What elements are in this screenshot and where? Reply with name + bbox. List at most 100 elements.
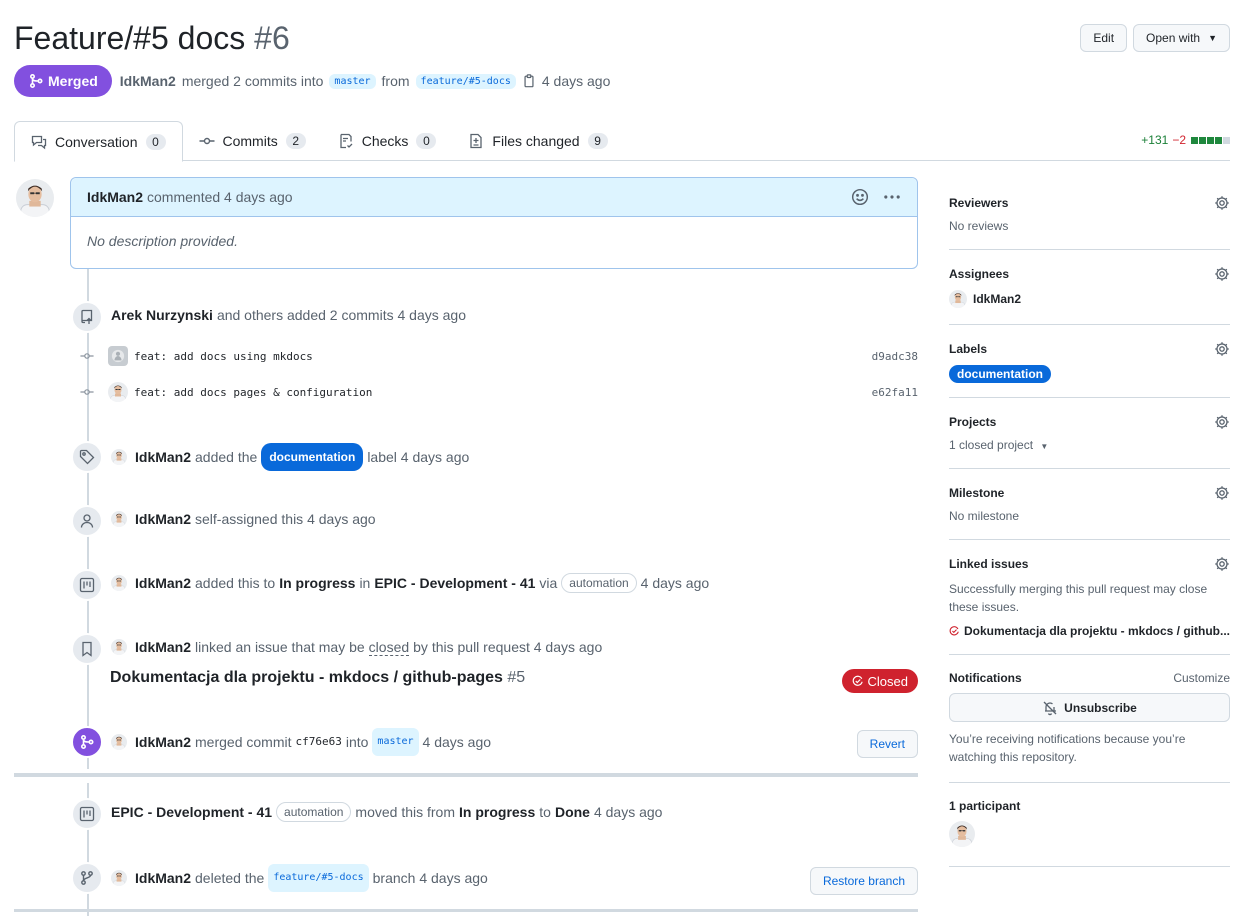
base-branch[interactable]: master [329,73,376,89]
sidebar-value: No reviews [949,219,1009,233]
git-commit-icon [80,349,94,363]
commit-sha[interactable]: e62fa11 [872,386,918,399]
tab-checks[interactable]: Checks 0 [322,121,453,161]
triangle-down-icon: ▼ [1208,33,1217,43]
event-text: moved this from [355,804,456,820]
event-author[interactable]: IdkMan2 [135,571,191,595]
issue-state-badge: Closed [841,669,918,693]
linked-issue-link[interactable]: Dokumentacja dla projektu - mkdocs / git… [949,624,1230,638]
avatar[interactable] [949,821,975,847]
event-text: added the [195,449,258,465]
unsubscribe-label: Unsubscribe [1064,700,1137,715]
event-author[interactable]: IdkMan2 [135,635,191,659]
avatar[interactable] [111,575,127,591]
project-name[interactable]: EPIC - Development - 41 [374,571,535,595]
tab-files-changed[interactable]: Files changed 9 [452,121,623,161]
project-name[interactable]: EPIC - Development - 41 [111,800,272,824]
linked-issue-title: Dokumentacja dla projektu - mkdocs / git… [963,624,1230,638]
tab-label: Files changed [492,133,580,149]
edit-button[interactable]: Edit [1080,24,1128,52]
label-badge[interactable]: documentation [949,365,1051,383]
event-text: into [345,734,369,750]
commit-message[interactable]: feat: add docs using mkdocs [134,350,313,363]
meta-action: merged 2 commits into [181,73,324,89]
event-text: label 4 days ago [367,449,470,465]
sidebar-heading[interactable]: Assignees [949,267,1009,281]
gear-icon[interactable] [1214,195,1230,211]
event-author[interactable]: IdkMan2 [135,507,191,531]
avatar[interactable] [111,449,127,465]
restore-branch-button[interactable]: Restore branch [809,867,918,895]
event-text: merged commit [195,734,292,750]
avatar[interactable] [111,639,127,655]
head-branch[interactable]: feature/#5-docs [415,73,516,89]
sidebar-heading[interactable]: Projects [949,415,996,429]
avatar[interactable] [111,734,127,750]
avatar[interactable] [108,382,128,402]
copy-icon[interactable] [522,74,536,88]
commit-row: feat: add docs using mkdocs d9adc38 [80,346,918,366]
sidebar-heading[interactable]: Labels [949,342,987,356]
customize-link[interactable]: Customize [1173,671,1230,685]
event-author[interactable]: IdkMan2 [135,866,191,890]
bot-badge: automation [276,802,352,822]
event-text: deleted the [195,870,265,886]
project-icon [71,569,103,601]
event-time: 4 days ago [422,734,492,750]
avatar[interactable] [111,870,127,886]
avatar[interactable] [16,179,54,217]
diffstat[interactable]: +131 −2 [1141,133,1230,147]
assignee-name[interactable]: IdkMan2 [973,292,1021,306]
sidebar-linked-issues: Linked issues Successfully merging this … [949,540,1230,655]
gear-icon[interactable] [1214,556,1230,572]
sidebar-assignees: Assignees IdkMan2 [949,250,1230,325]
kebab-horizontal-icon[interactable] [883,188,901,206]
gear-icon[interactable] [1214,266,1230,282]
avatar[interactable] [949,290,967,308]
event-time: 4 days ago [640,575,710,591]
base-branch[interactable]: master [372,728,419,756]
project-column-to[interactable]: Done [555,800,590,824]
event-text: added this to [195,575,276,591]
sidebar: Reviewers No reviews Assignees IdkMan2 L… [949,177,1230,867]
tab-commits[interactable]: Commits 2 [183,121,322,161]
label-badge[interactable]: documentation [261,443,364,471]
timeline-item-branch-deleted: IdkMan2 deleted the feature/#5-docs bran… [71,862,918,894]
gear-icon[interactable] [1214,414,1230,430]
event-text: in [359,575,371,591]
meta-from: from [381,73,410,89]
issue-state-label: Closed [867,673,908,689]
tab-counter: 0 [416,133,437,149]
deleted-branch: feature/#5-docs [268,864,369,892]
comment-action: commented 4 days ago [147,189,293,205]
closed-projects-toggle[interactable]: 1 closed project ▼ [949,438,1230,452]
tab-conversation[interactable]: Conversation 0 [14,121,183,162]
merge-commit-sha[interactable]: cf76e63 [295,730,341,754]
project-column-from[interactable]: In progress [459,800,535,824]
issue-closed-icon [852,675,863,686]
commit-sha[interactable]: d9adc38 [872,350,918,363]
revert-button[interactable]: Revert [856,730,918,758]
gear-icon[interactable] [1214,485,1230,501]
event-author[interactable]: IdkMan2 [135,445,191,469]
event-text: branch 4 days ago [372,870,488,886]
linked-issue-title[interactable]: Dokumentacja dla projektu - mkdocs / git… [110,669,525,687]
unsubscribe-button[interactable]: Unsubscribe [949,693,1230,722]
bookmark-icon [71,633,103,665]
smiley-icon[interactable] [851,188,869,206]
comment-author[interactable]: IdkMan2 [87,189,143,205]
avatar[interactable] [111,511,127,527]
gear-icon[interactable] [1214,341,1230,357]
open-with-button[interactable]: Open with ▼ [1133,24,1230,52]
event-author[interactable]: Arek Nurzynski [111,303,213,327]
bell-slash-icon [1043,701,1057,715]
commit-message[interactable]: feat: add docs pages & configuration [134,386,372,399]
page-title: Feature/#5 docs #6 [14,18,1230,58]
meta-author[interactable]: IdkMan2 [120,73,176,89]
sidebar-heading[interactable]: Linked issues [949,557,1028,571]
sidebar-heading[interactable]: Milestone [949,486,1004,500]
avatar[interactable] [108,346,128,366]
sidebar-heading[interactable]: Reviewers [949,196,1008,210]
event-author[interactable]: IdkMan2 [135,730,191,754]
project-column[interactable]: In progress [279,571,355,595]
